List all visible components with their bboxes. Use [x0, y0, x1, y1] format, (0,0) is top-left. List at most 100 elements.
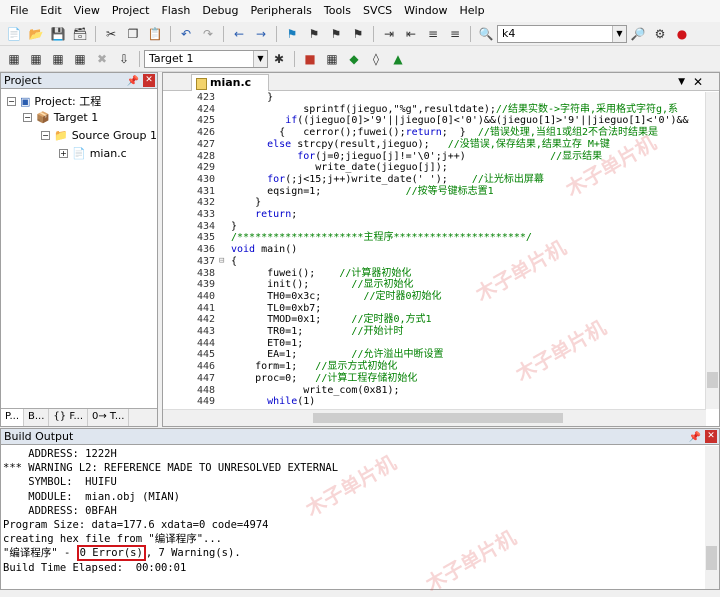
download-icon[interactable]: ⇩: [115, 50, 133, 68]
code-line[interactable]: 424 sprintf(jieguo,"%g",resultdate);//结果…: [163, 104, 706, 116]
menu-tools[interactable]: Tools: [318, 0, 357, 22]
tab-mian-c[interactable]: mian.c: [191, 74, 269, 91]
code-line[interactable]: 437 ⊟{: [163, 256, 706, 268]
menu-view[interactable]: View: [68, 0, 106, 22]
target-select[interactable]: Target 1 ▼: [144, 50, 268, 68]
tab-project[interactable]: P...: [1, 409, 25, 426]
redo-icon[interactable]: ↷: [199, 25, 217, 43]
collapse-icon[interactable]: −: [41, 131, 50, 140]
breakpoint-icon[interactable]: ●: [673, 25, 691, 43]
translate-icon[interactable]: ▦: [5, 50, 23, 68]
code-line[interactable]: 436 void main(): [163, 244, 706, 256]
pin-icon[interactable]: 📌: [127, 74, 139, 90]
code-line[interactable]: 447 proc=0; //计算工程存储初始化: [163, 373, 706, 385]
chevron-down-icon[interactable]: ▼: [678, 73, 685, 91]
code-line[interactable]: 438 fuwei(); //计算器初始化: [163, 268, 706, 280]
code-line[interactable]: 435 /*********************主程序************…: [163, 232, 706, 244]
uncomment-icon[interactable]: ≡: [446, 25, 464, 43]
open-folder-icon[interactable]: 📂: [27, 25, 45, 43]
collapse-icon[interactable]: −: [23, 113, 32, 122]
vertical-scrollbar[interactable]: [705, 446, 719, 589]
menu-window[interactable]: Window: [398, 0, 453, 22]
comment-icon[interactable]: ≡: [424, 25, 442, 43]
code-line[interactable]: 443 TR0=1; //开始计时: [163, 326, 706, 338]
tab-functions[interactable]: {} F...: [49, 409, 89, 426]
batch-build-icon[interactable]: ▦: [71, 50, 89, 68]
undo-icon[interactable]: ↶: [177, 25, 195, 43]
code-line[interactable]: 445 EA=1; //允许溢出中断设置: [163, 349, 706, 361]
find-combo[interactable]: k4 ▼: [497, 24, 627, 43]
expand-icon[interactable]: +: [59, 149, 68, 158]
unindent-icon[interactable]: ⇤: [402, 25, 420, 43]
menu-peripherals[interactable]: Peripherals: [245, 0, 318, 22]
tab-templates[interactable]: 0→ T...: [88, 409, 130, 426]
code-line[interactable]: 446 form=1; //显示方式初始化: [163, 361, 706, 373]
code-line[interactable]: 439 init(); //显示初始化: [163, 279, 706, 291]
chevron-down-icon[interactable]: ▼: [612, 25, 626, 42]
code-line[interactable]: 444 ET0=1;: [163, 338, 706, 350]
close-icon[interactable]: ✕: [693, 73, 703, 91]
code-line[interactable]: 428 for(j=0;jieguo[j]!='\0';j++) //显示结果: [163, 151, 706, 163]
code-line[interactable]: 427 else strcpy(result,jieguo); //没错误,保存…: [163, 139, 706, 151]
find-in-files-icon[interactable]: 🔍: [477, 25, 495, 43]
code-line[interactable]: 432 }: [163, 197, 706, 209]
nav-back-icon[interactable]: ←: [230, 25, 248, 43]
bookmark-next-icon[interactable]: ⚑: [327, 25, 345, 43]
code-line[interactable]: 431 eqsign=1; //按等号键标志置1: [163, 186, 706, 198]
close-icon[interactable]: ✕: [705, 430, 717, 443]
code-line[interactable]: 429 write_date(jieguo[j]);: [163, 162, 706, 174]
vertical-scrollbar[interactable]: [705, 92, 719, 409]
menu-project[interactable]: Project: [106, 0, 156, 22]
copy-icon[interactable]: ❐: [124, 25, 142, 43]
code-line[interactable]: 448 write_com(0x81);: [163, 385, 706, 397]
tree-node-target[interactable]: − 📦 Target 1: [23, 111, 98, 124]
menu-flash[interactable]: Flash: [155, 0, 196, 22]
collapse-icon[interactable]: −: [7, 96, 16, 106]
run-time-env-icon[interactable]: ▲: [389, 50, 407, 68]
bookmark-clear-icon[interactable]: ⚑: [349, 25, 367, 43]
chevron-down-icon[interactable]: ▼: [253, 51, 267, 67]
save-all-icon[interactable]: 🗃: [71, 25, 89, 43]
fold-marker-icon[interactable]: ⊟: [219, 256, 228, 268]
scroll-thumb[interactable]: [706, 546, 717, 570]
build-icon[interactable]: ▦: [27, 50, 45, 68]
code-line[interactable]: 441 TL0=0xb7;: [163, 303, 706, 315]
code-line[interactable]: 449 while(1): [163, 396, 706, 408]
menu-svcs[interactable]: SVCS: [357, 0, 398, 22]
code-area[interactable]: 423 } 424 sprintf(jieguo,"%g",resultdate)…: [163, 92, 706, 409]
menu-file[interactable]: File: [4, 0, 34, 22]
close-icon[interactable]: ✕: [143, 74, 155, 87]
save-icon[interactable]: 💾: [49, 25, 67, 43]
tab-books[interactable]: B...: [24, 409, 50, 426]
tree-node-file[interactable]: + 📄 mian.c: [59, 147, 127, 160]
tree-node-project[interactable]: − ▣ Project: 工程: [7, 93, 101, 109]
menu-edit[interactable]: Edit: [34, 0, 67, 22]
tree-node-group[interactable]: − 📁 Source Group 1: [41, 129, 157, 142]
new-file-icon[interactable]: 📄: [5, 25, 23, 43]
indent-icon[interactable]: ⇥: [380, 25, 398, 43]
code-line[interactable]: 425 if((jieguo[0]>'9'||jieguo[0]<'0')&&(…: [163, 115, 706, 127]
pack-installer-icon[interactable]: ◆: [345, 50, 363, 68]
menu-help[interactable]: Help: [454, 0, 491, 22]
rebuild-icon[interactable]: ▦: [49, 50, 67, 68]
bookmark-prev-icon[interactable]: ⚑: [305, 25, 323, 43]
scroll-thumb[interactable]: [313, 413, 563, 423]
debug-session-icon[interactable]: ⚙: [651, 25, 669, 43]
pin-icon[interactable]: 📌: [689, 430, 701, 446]
cut-icon[interactable]: ✂: [102, 25, 120, 43]
code-line[interactable]: 442 TMOD=0x1; //定时器0,方式1: [163, 314, 706, 326]
code-line[interactable]: 430 for(;j<15;j++)write_date(' '); //让光标…: [163, 174, 706, 186]
code-line[interactable]: 440 TH0=0x3c; //定时器0初始化: [163, 291, 706, 303]
manage-project-icon[interactable]: ■: [301, 50, 319, 68]
stop-build-icon[interactable]: ✖: [93, 50, 111, 68]
incremental-find-icon[interactable]: 🔎: [629, 25, 647, 43]
target-options-icon[interactable]: ✱: [270, 50, 288, 68]
manage-rte-icon[interactable]: ◊: [367, 50, 385, 68]
scroll-thumb[interactable]: [707, 372, 718, 388]
paste-icon[interactable]: 📋: [146, 25, 164, 43]
menu-debug[interactable]: Debug: [196, 0, 244, 22]
nav-forward-icon[interactable]: →: [252, 25, 270, 43]
code-line[interactable]: 423 }: [163, 92, 706, 104]
code-line[interactable]: 426 { cerror();fuwei();return; } //错误处理,…: [163, 127, 706, 139]
select-packs-icon[interactable]: ▦: [323, 50, 341, 68]
